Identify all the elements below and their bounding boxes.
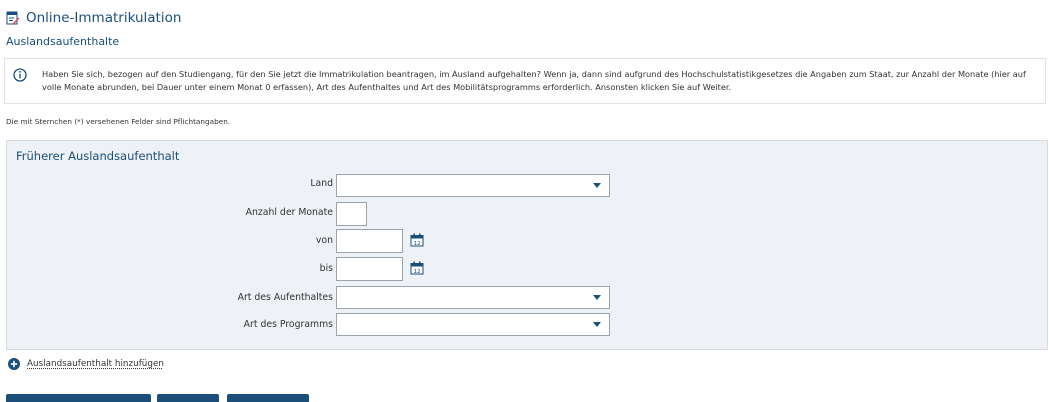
von-date-input[interactable] — [336, 229, 403, 253]
art-aufenthalt-select[interactable] — [336, 286, 610, 309]
page-header: Online-Immatrikulation — [6, 9, 181, 27]
page-subtitle: Auslandsaufenthalte — [6, 35, 120, 48]
add-stay-label: Auslandsaufenthalt hinzufügen — [27, 359, 164, 369]
land-select[interactable] — [336, 174, 610, 197]
von-label: von — [315, 235, 333, 246]
art-programm-select[interactable] — [336, 313, 610, 336]
info-text: Haben Sie sich, bezogen auf den Studieng… — [42, 69, 1026, 92]
chevron-down-icon — [593, 183, 601, 188]
required-fields-note: Die mit Sternchen (*) versehenen Felder … — [6, 117, 231, 126]
page-title: Online-Immatrikulation — [26, 10, 182, 26]
land-label: Land — [310, 178, 333, 189]
bis-label: bis — [319, 263, 333, 274]
next-button[interactable] — [227, 394, 309, 402]
edit-document-icon — [6, 11, 20, 25]
previous-stay-panel: Früherer Auslandsaufenthalt Land Anzahl … — [6, 140, 1048, 350]
panel-title: Früherer Auslandsaufenthalt — [16, 149, 180, 163]
back-button[interactable] — [6, 394, 151, 402]
cancel-button[interactable] — [157, 394, 219, 402]
art-programm-label: Art des Programms — [243, 319, 333, 330]
svg-text:12: 12 — [413, 269, 420, 275]
art-aufenthalt-label: Art des Aufenthaltes — [237, 292, 333, 303]
info-box: Haben Sie sich, bezogen auf den Studieng… — [4, 58, 1046, 104]
chevron-down-icon — [593, 295, 601, 300]
calendar-icon[interactable]: 12 — [410, 233, 424, 247]
add-stay-link[interactable]: Auslandsaufenthalt hinzufügen — [8, 358, 164, 370]
info-circle-icon — [13, 68, 27, 82]
svg-text:12: 12 — [413, 241, 420, 247]
chevron-down-icon — [593, 322, 601, 327]
monate-input[interactable] — [336, 202, 367, 226]
monate-label: Anzahl der Monate — [245, 207, 333, 218]
calendar-icon[interactable]: 12 — [410, 261, 424, 275]
bis-date-input[interactable] — [336, 257, 403, 281]
plus-circle-icon — [8, 358, 20, 370]
